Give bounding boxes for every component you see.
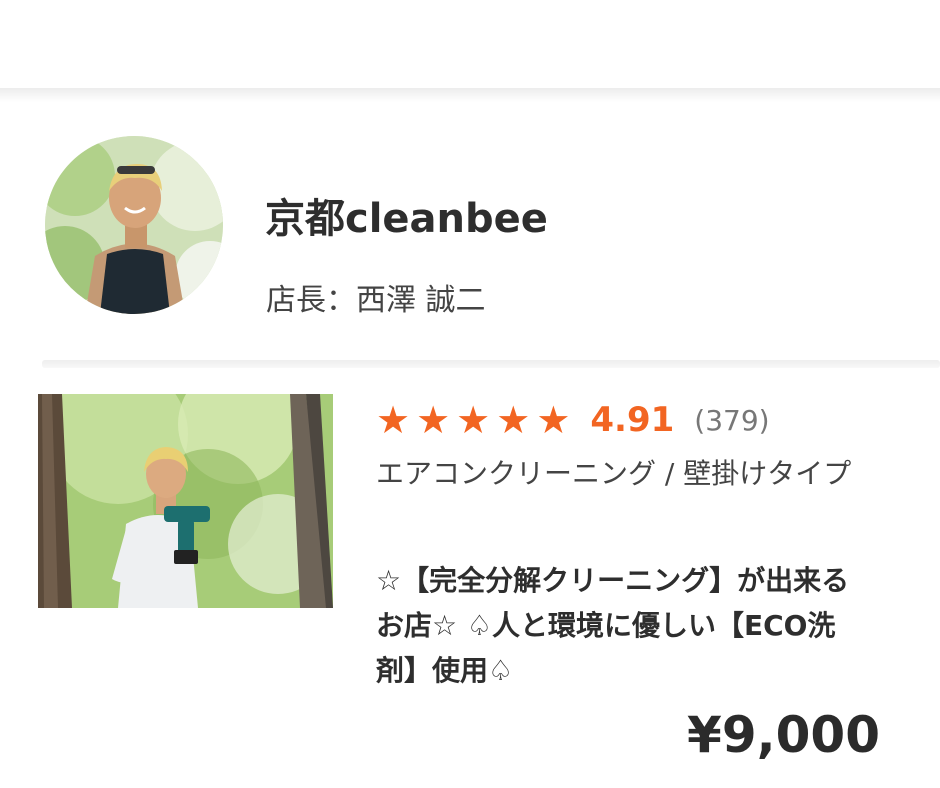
listing-price: ¥9,000 xyxy=(687,706,880,764)
star-icon: ★ xyxy=(536,398,571,442)
shop-manager: 店長：西澤 誠二 xyxy=(266,283,486,318)
rating-value: 4.91 xyxy=(590,400,675,440)
section-divider xyxy=(42,360,940,368)
listing-photo[interactable] xyxy=(38,394,333,608)
avatar-image xyxy=(45,136,223,314)
star-icon: ★ xyxy=(496,398,531,442)
top-bar xyxy=(0,0,940,92)
shop-name[interactable]: 京都cleanbee xyxy=(265,186,548,244)
service-category: エアコンクリーニング / 壁掛けタイプ xyxy=(376,457,852,490)
rating-row: ★ ★ ★ ★ ★ 4.91 (379) xyxy=(376,398,770,442)
listing-image xyxy=(38,394,333,608)
shop-owner-avatar[interactable] xyxy=(45,136,223,314)
top-bar-shadow xyxy=(0,88,940,102)
listing-description[interactable]: ☆【完全分解クリーニング】が出来るお店☆ ♤人と環境に優しい【ECO洗剤】使用♤ xyxy=(376,558,876,693)
star-icon: ★ xyxy=(416,398,451,442)
star-icon: ★ xyxy=(376,398,411,442)
review-count[interactable]: (379) xyxy=(694,404,769,437)
star-icon: ★ xyxy=(456,398,491,442)
rating-stars: ★ ★ ★ ★ ★ xyxy=(376,400,576,440)
